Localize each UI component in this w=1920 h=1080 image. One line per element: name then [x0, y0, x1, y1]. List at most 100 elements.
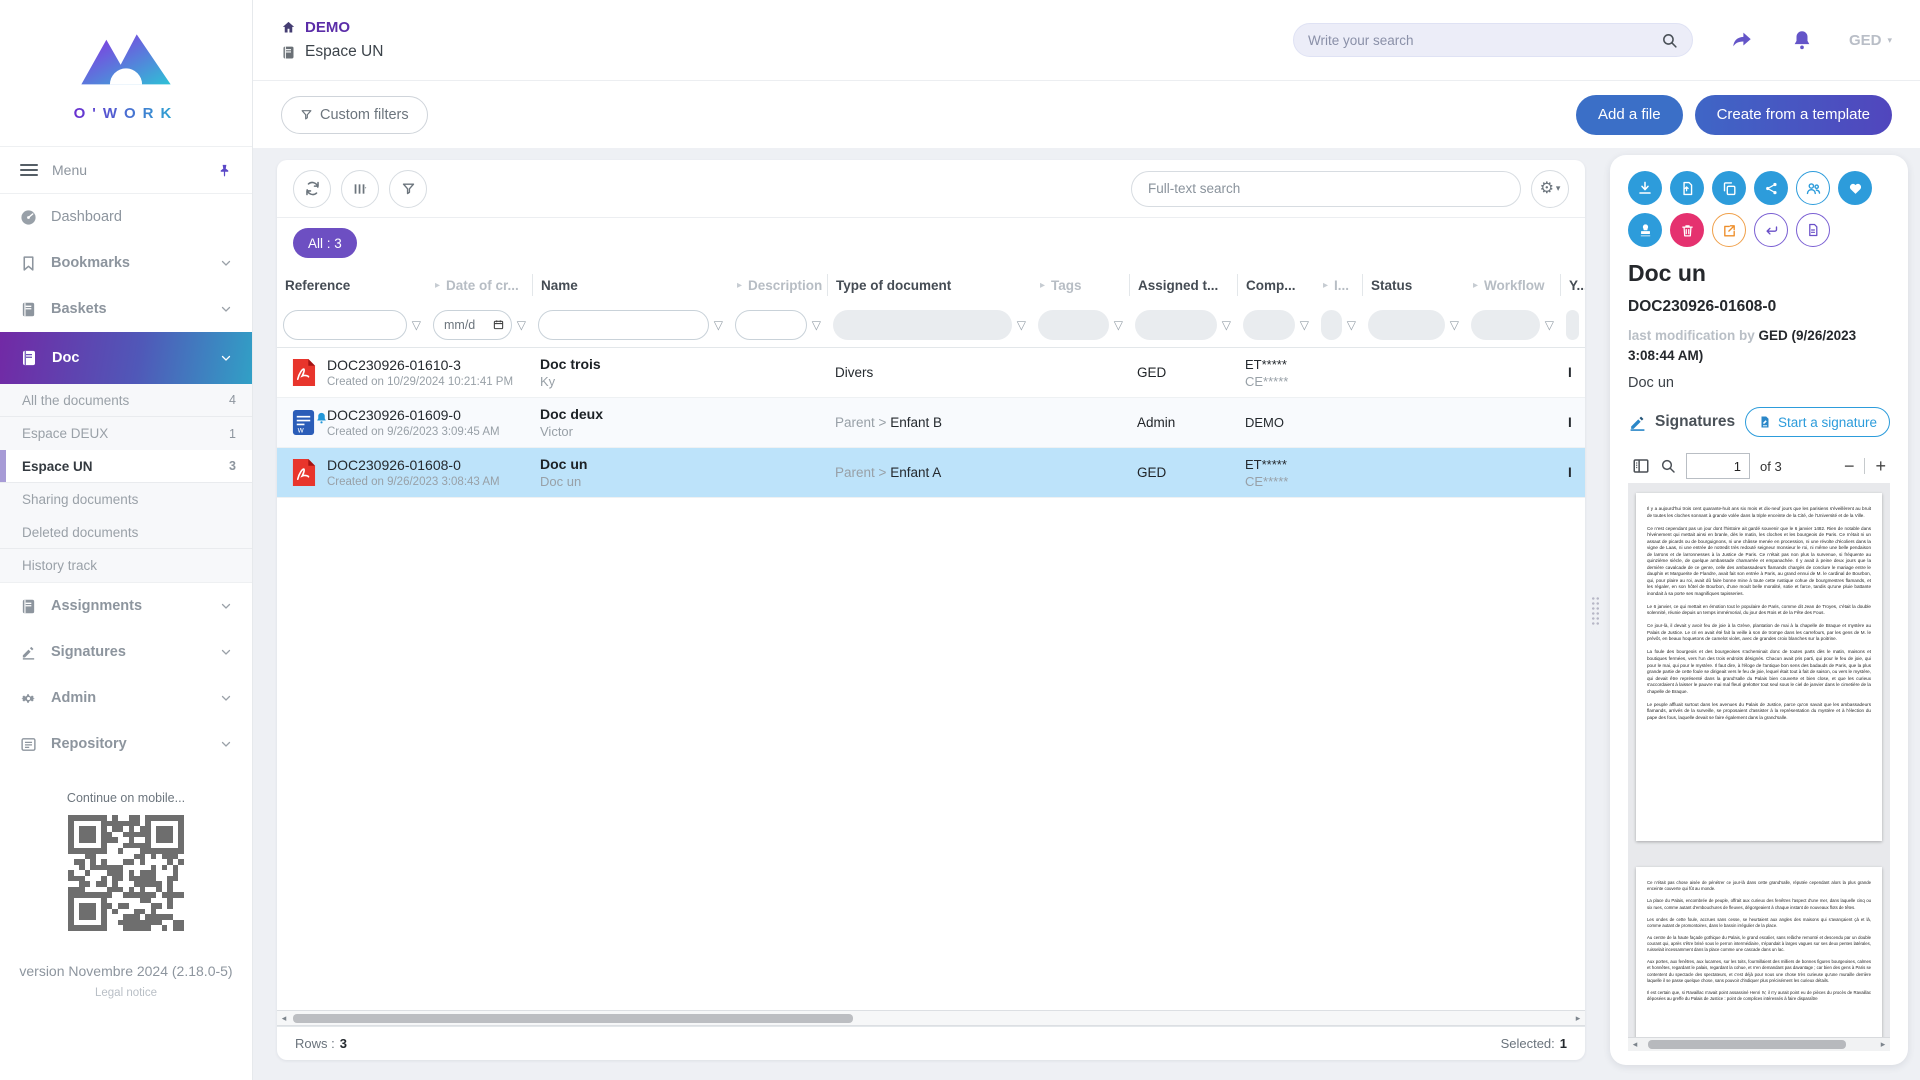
sidebar-item-doc[interactable]: Doc: [0, 332, 252, 384]
sidebar-item-dashboard[interactable]: Dashboard: [0, 194, 252, 240]
column-header-description[interactable]: ▸Description: [729, 274, 827, 296]
document-info-button[interactable]: [1796, 213, 1830, 247]
sidebar-item-bookmarks[interactable]: Bookmarks: [0, 240, 252, 286]
column-header-tags[interactable]: ▸Tags: [1032, 274, 1129, 296]
breadcrumb-space[interactable]: Espace UN: [281, 43, 383, 61]
table-row-selected[interactable]: DOC230926-01608-0 Created on 9/26/2023 3…: [277, 448, 1585, 498]
sidebar-subitem-all-documents[interactable]: All the documents 4: [0, 384, 252, 417]
filter-funnel-icon[interactable]: ▽: [412, 318, 421, 332]
column-header-assigned-to[interactable]: Assigned t...: [1129, 274, 1237, 296]
table-row[interactable]: w DOC230926-01609-0 Created on 9/26/2023…: [277, 398, 1585, 448]
stamp-button[interactable]: [1628, 213, 1662, 247]
filter-funnel-icon[interactable]: ▽: [714, 318, 723, 332]
filter-funnel-icon[interactable]: ▽: [1222, 318, 1231, 332]
scrollbar-track[interactable]: [291, 1011, 1571, 1025]
sidebar-subitem-sharing-documents[interactable]: Sharing documents: [0, 483, 252, 516]
table-row[interactable]: DOC230926-01610-3 Created on 10/29/2024 …: [277, 348, 1585, 398]
filter-funnel-icon[interactable]: ▽: [1017, 318, 1026, 332]
pin-icon[interactable]: [217, 163, 232, 178]
sidebar-subitem-espace-deux[interactable]: Espace DEUX 1: [0, 417, 252, 450]
scroll-right-icon[interactable]: ▸: [1876, 1039, 1890, 1050]
legal-notice-link[interactable]: Legal notice: [0, 987, 252, 999]
filter-funnel-icon[interactable]: ▽: [1450, 318, 1459, 332]
sidebar-item-signatures[interactable]: Signatures: [0, 629, 252, 675]
table-horizontal-scrollbar[interactable]: ◂ ▸: [277, 1010, 1585, 1026]
share-arrow-icon[interactable]: [1729, 29, 1755, 51]
sidebar-subitem-deleted-documents[interactable]: Deleted documents: [0, 516, 252, 549]
divider: [1864, 458, 1865, 474]
signatures-label: Signatures: [1655, 413, 1735, 431]
create-from-template-button[interactable]: Create from a template: [1695, 95, 1892, 135]
export-file-button[interactable]: [1670, 171, 1704, 205]
panel-resize-handle[interactable]: [1591, 596, 1600, 626]
document-created-date: Created on 9/26/2023 3:08:43 AM: [327, 476, 500, 488]
search-icon[interactable]: [1661, 32, 1678, 49]
column-header-date-of-creation[interactable]: ▸Date of cr...: [427, 274, 532, 296]
scroll-left-icon[interactable]: ◂: [277, 1013, 291, 1024]
sidebar-item-baskets[interactable]: Baskets: [0, 286, 252, 332]
open-external-button[interactable]: [1712, 213, 1746, 247]
global-search[interactable]: [1293, 23, 1693, 57]
scrollbar-thumb[interactable]: [1648, 1040, 1846, 1049]
share-button[interactable]: [1754, 171, 1788, 205]
return-button[interactable]: [1754, 213, 1788, 247]
filter-funnel-icon[interactable]: ▽: [812, 318, 821, 332]
rows-count-value: 3: [340, 1036, 347, 1051]
chevron-down-icon: [220, 352, 232, 364]
column-header-reference[interactable]: Reference: [277, 274, 427, 296]
column-header-type-of-document[interactable]: Type of document: [827, 274, 1032, 296]
filter-funnel-icon[interactable]: ▽: [1545, 318, 1554, 332]
favorite-button[interactable]: [1838, 171, 1872, 205]
add-file-button[interactable]: Add a file: [1576, 95, 1683, 135]
users-button[interactable]: [1796, 171, 1830, 205]
filter-button[interactable]: [389, 170, 427, 208]
scrollbar-thumb[interactable]: [293, 1014, 853, 1023]
page-number-input[interactable]: [1686, 453, 1750, 479]
global-search-input[interactable]: [1308, 33, 1653, 48]
delete-button[interactable]: [1670, 213, 1704, 247]
gear-icon: [20, 690, 37, 707]
description-filter-input[interactable]: [735, 310, 807, 340]
sidebar-toggle-icon[interactable]: [1632, 457, 1650, 475]
column-header-company[interactable]: Comp...: [1237, 274, 1315, 296]
document-type-parent: Parent: [835, 465, 875, 480]
sidebar-item-admin[interactable]: Admin: [0, 675, 252, 721]
fulltext-search-input[interactable]: [1131, 171, 1521, 207]
table-settings-button[interactable]: ⚙ ▾: [1531, 170, 1569, 208]
name-filter-input[interactable]: [538, 310, 709, 340]
user-menu[interactable]: GED ▾: [1849, 32, 1892, 49]
column-header-y[interactable]: Y...: [1560, 274, 1585, 296]
column-header-workflow[interactable]: ▸Workflow: [1465, 274, 1560, 296]
filter-funnel-icon[interactable]: ▽: [1114, 318, 1123, 332]
scroll-left-icon[interactable]: ◂: [1628, 1039, 1642, 1050]
calendar-icon[interactable]: [493, 319, 504, 330]
menu-toggle[interactable]: Menu: [0, 146, 252, 194]
scroll-right-icon[interactable]: ▸: [1571, 1013, 1585, 1024]
refresh-button[interactable]: [293, 170, 331, 208]
copy-button[interactable]: [1712, 171, 1746, 205]
zoom-in-button[interactable]: +: [1875, 456, 1886, 477]
pdf-pages[interactable]: Il y a aujourd'hui trois cent quarante-h…: [1628, 483, 1890, 1037]
notifications-bell-icon[interactable]: [1791, 28, 1813, 52]
pdf-horizontal-scrollbar[interactable]: ◂ ▸: [1628, 1037, 1890, 1051]
reference-filter-input[interactable]: [283, 310, 407, 340]
breadcrumb-home[interactable]: DEMO: [281, 19, 383, 36]
search-icon[interactable]: [1660, 458, 1676, 474]
all-count-badge[interactable]: All : 3: [293, 228, 357, 258]
signatures-section: Signatures Start a signature: [1628, 407, 1890, 437]
columns-button[interactable]: [341, 170, 379, 208]
custom-filters-button[interactable]: Custom filters: [281, 96, 428, 134]
sidebar-item-assignments[interactable]: Assignments: [0, 583, 252, 629]
download-button[interactable]: [1628, 171, 1662, 205]
zoom-out-button[interactable]: −: [1844, 456, 1855, 477]
column-header-name[interactable]: Name: [532, 274, 729, 296]
filter-funnel-icon[interactable]: ▽: [517, 318, 526, 332]
column-header-i[interactable]: ▸I...: [1315, 274, 1362, 296]
sidebar-subitem-espace-un[interactable]: Espace UN 3: [0, 450, 252, 483]
filter-funnel-icon[interactable]: ▽: [1300, 318, 1309, 332]
column-header-status[interactable]: Status: [1362, 274, 1465, 296]
start-signature-button[interactable]: Start a signature: [1745, 407, 1890, 437]
sidebar-subitem-history-track[interactable]: History track: [0, 549, 252, 582]
sidebar-item-repository[interactable]: Repository: [0, 721, 252, 767]
filter-funnel-icon[interactable]: ▽: [1347, 318, 1356, 332]
